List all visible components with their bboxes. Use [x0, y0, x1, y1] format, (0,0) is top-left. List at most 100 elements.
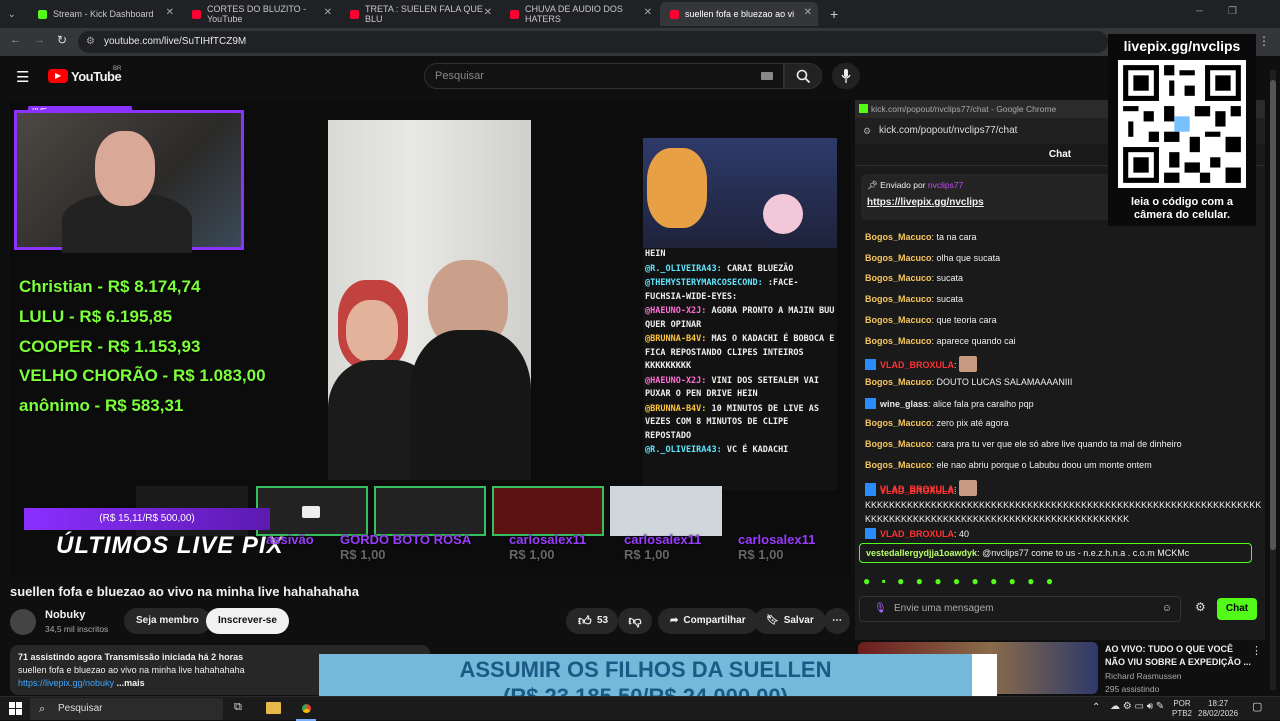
tab-treta[interactable]: TRETA : SUELEN FALA QUE BLU ✕ — [340, 2, 498, 26]
badge-icon — [865, 397, 876, 409]
tab-search-button[interactable]: ⌄ — [0, 2, 28, 26]
notifications-icon[interactable]: ▢ — [1252, 702, 1262, 713]
chat-message: VLAD_BROXULA: — [865, 356, 978, 373]
video-thumbnail — [256, 486, 368, 536]
pinned-message: 📌︎ Enviado por nvclips77 https://livepix… — [861, 174, 1116, 220]
tab-kick-dashboard[interactable]: Stream - Kick Dashboard ✕ — [28, 2, 180, 26]
settings-gear-icon[interactable]: ⚙ — [1195, 600, 1206, 614]
reload-icon[interactable]: ↻ — [57, 33, 67, 47]
close-icon[interactable]: ✕ — [324, 7, 332, 18]
chat-username[interactable]: Bogos_Macuco — [865, 377, 932, 387]
more-actions-button[interactable]: ⋯ — [824, 608, 850, 634]
channel-avatar[interactable] — [10, 609, 36, 635]
maximize-icon[interactable]: ❐ — [1228, 6, 1237, 17]
youtube-favicon-icon — [670, 9, 679, 19]
page-scrollbar[interactable] — [1270, 70, 1276, 690]
join-button[interactable]: Seja membro — [124, 608, 211, 634]
chat-username[interactable]: Bogos_Macuco — [865, 418, 932, 428]
emote-bar[interactable]: ● ▪ ● ● ● ● ● ● ● ● ● — [863, 574, 1057, 588]
back-icon[interactable]: ← — [10, 34, 21, 46]
emote-icon — [959, 356, 978, 373]
donor-entry: anônimo - R$ 583,31 — [19, 396, 184, 416]
region-code: BR — [113, 66, 122, 72]
more-icon[interactable]: ⋮ — [1251, 644, 1262, 657]
video-player[interactable]: IIVE Christian - R$ 8.174,74 LULU - R$ 6… — [10, 100, 850, 576]
main-video-feed — [328, 120, 531, 480]
chat-message: Bogos_Macuco: sucata — [865, 273, 964, 284]
tray-icons[interactable]: ☁ ⚙ ▭ 🔊︎ ✎ — [1110, 702, 1164, 712]
send-chat-button[interactable]: Chat — [1217, 598, 1257, 620]
save-button[interactable]: 🔖︎ Salvar — [754, 608, 826, 634]
chat-username[interactable]: Bogos_Macuco — [865, 232, 932, 242]
url-field[interactable]: ⚙ youtube.com/live/SuTIHfTCZ9M — [78, 31, 1108, 53]
pix-ticker-item: carlosalex11 R$ 1,00 — [738, 532, 816, 562]
chat-username[interactable]: Bogos_Macuco — [865, 336, 932, 346]
emoji-icon[interactable]: ☺ — [1162, 597, 1172, 621]
taskbar-search[interactable]: ⌕ Pesquisar — [30, 698, 223, 720]
youtube-favicon-icon — [510, 9, 519, 19]
search-button[interactable] — [784, 63, 822, 89]
close-icon[interactable]: ✕ — [484, 7, 492, 18]
chrome-icon[interactable] — [299, 701, 314, 716]
menu-icon[interactable]: ⋮ — [1258, 34, 1270, 48]
windows-start-icon[interactable] — [9, 702, 22, 715]
recommended-viewers: 295 assistindo — [1105, 684, 1160, 694]
tab-chuva[interactable]: CHUVA DE AUDIO DOS HATERS ✕ — [500, 2, 658, 26]
pix-ticker-item: assivão — [266, 532, 314, 547]
minimize-icon[interactable]: ─ — [1196, 6, 1203, 17]
keyboard-language[interactable]: POR PTB2 — [1172, 699, 1192, 719]
chat-username[interactable]: Bogos_Macuco — [865, 253, 932, 263]
show-more-link[interactable]: ...mais — [117, 678, 145, 688]
close-icon[interactable]: ✕ — [804, 7, 812, 18]
badge-icon — [865, 485, 876, 496]
site-info-icon[interactable]: ⚙ — [86, 31, 95, 53]
donor-entry: Christian - R$ 8.174,74 — [19, 277, 201, 296]
overlay-chat-line: @HAEUNO-X2J: VINI DOS SETEALEM VAI PUXAR… — [645, 375, 820, 400]
tab-cortes[interactable]: CORTES DO BLUZITO - YouTube ✕ — [182, 2, 338, 26]
forward-icon[interactable]: → — [34, 34, 45, 46]
highlighted-chat-message: vestedallergydjja1oawdyk: @nvclips77 com… — [859, 543, 1252, 563]
file-explorer-icon[interactable] — [266, 702, 281, 714]
chat-username[interactable]: Bogos_Macuco — [865, 294, 932, 304]
youtube-header: ☰ ▶ YouTube BR Pesquisar — [0, 56, 1110, 98]
chat-username[interactable]: wine_glass — [880, 399, 928, 409]
chat-message: VLAD_BROXULA: KKKKKKKKKKKKKKKKKKKKKKKKKK… — [865, 485, 1262, 524]
task-view-icon[interactable]: ⧉ — [234, 701, 242, 714]
clock[interactable]: 18:27 28/02/2026 — [1198, 699, 1238, 719]
overlay-chat-lines: HEIN @R._OLIVEIRA43: CARAI BLUEZÃO @THEMYS… — [645, 248, 835, 459]
like-button[interactable]: 👍︎ 53 — [566, 608, 618, 634]
chat-message: wine_glass: alice fala pra caralho pqp — [865, 397, 1034, 409]
keyboard-icon[interactable] — [761, 72, 773, 80]
search-input[interactable]: Pesquisar — [424, 63, 784, 89]
chat-message: Bogos_Macuco: que teoria cara — [865, 314, 997, 325]
pix-goal-bar: (R$ 15,11/R$ 500,00) — [24, 508, 270, 530]
pinned-link[interactable]: https://livepix.gg/nvclips — [867, 197, 1110, 208]
close-icon[interactable]: ✕ — [166, 7, 174, 18]
site-info-icon[interactable]: ⚙ — [863, 118, 871, 144]
description-link[interactable]: https://livepix.gg/nobuky — [18, 678, 114, 688]
chat-username[interactable]: VLAD_BROXULA — [880, 360, 954, 370]
new-tab-icon[interactable]: + — [820, 2, 840, 26]
last-pix-title: ÚLTIMOS LIVE PIX — [56, 532, 284, 559]
chat-username[interactable]: Bogos_Macuco — [865, 273, 932, 283]
pix-ticker-item: carlosalex11 R$ 1,00 — [509, 532, 587, 562]
chat-username[interactable]: Bogos_Macuco — [865, 315, 932, 325]
streamer-webcam — [14, 110, 244, 253]
channel-name[interactable]: Nobuky — [45, 609, 85, 621]
subscribe-button[interactable]: Inscrever-se — [206, 608, 289, 634]
chat-username[interactable]: Bogos_Macuco — [865, 439, 932, 449]
voice-search-button[interactable] — [832, 63, 860, 89]
youtube-logo-icon[interactable]: ▶ — [48, 69, 68, 83]
dislike-button[interactable]: 👎︎ — [618, 608, 652, 634]
tray-arrow-icon[interactable]: ⌃ — [1092, 703, 1100, 713]
chat-message-input[interactable]: 🎙︎ Envie uma mensagem ☺ — [859, 596, 1181, 622]
chat-username[interactable]: Bogos_Macuco — [865, 460, 932, 470]
tab-suellen[interactable]: suellen fofa e bluezao ao vi ✕ — [660, 2, 818, 26]
hamburger-menu-icon[interactable]: ☰ — [16, 68, 29, 86]
microphone-icon[interactable]: 🎙︎ — [874, 597, 887, 621]
chat-username[interactable]: VLAD_BROXULA — [880, 486, 954, 496]
chat-username[interactable]: VLAD_BROXULA — [880, 529, 954, 539]
share-button[interactable]: ➦ Compartilhar — [658, 608, 758, 634]
close-icon[interactable]: ✕ — [644, 7, 652, 18]
recommended-channel[interactable]: Richard Rasmussen — [1105, 671, 1182, 681]
